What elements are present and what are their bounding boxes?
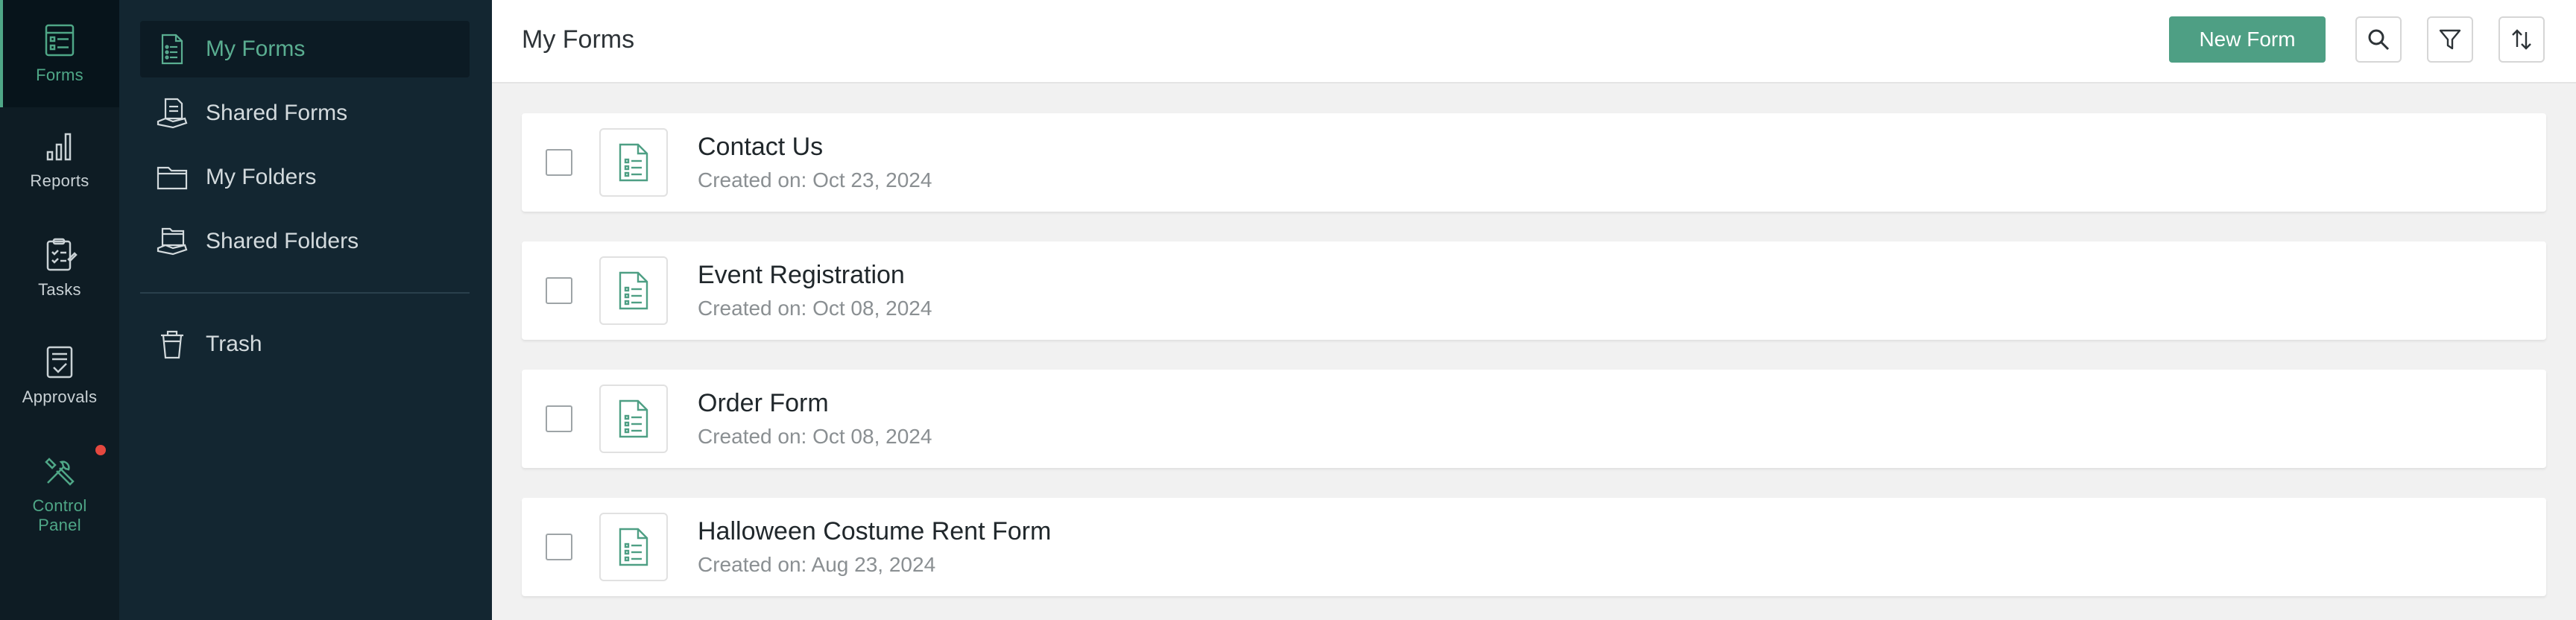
rail-item-forms[interactable]: Forms xyxy=(0,0,119,107)
rail-item-reports[interactable]: Reports xyxy=(0,128,119,191)
sort-icon xyxy=(2512,29,2531,50)
control-panel-icon xyxy=(45,458,75,486)
form-card[interactable]: Event Registration Created on: Oct 08, 2… xyxy=(522,241,2546,340)
tasks-icon xyxy=(46,238,78,271)
form-checkbox[interactable] xyxy=(546,149,572,176)
form-created-date: Created on: Aug 23, 2024 xyxy=(698,553,936,576)
form-card[interactable]: Order Form Created on: Oct 08, 2024 xyxy=(522,370,2546,468)
page-title: My Forms xyxy=(522,25,635,54)
nav-item-label: Trash xyxy=(206,332,262,356)
form-created-date: Created on: Oct 23, 2024 xyxy=(698,168,932,192)
rail-label: Control Panel xyxy=(32,496,87,534)
form-icon-box xyxy=(599,385,668,453)
nav-item-label: My Folders xyxy=(206,165,317,189)
nav-item-trash[interactable]: Trash xyxy=(140,316,470,373)
form-created-date: Created on: Oct 08, 2024 xyxy=(698,425,932,448)
form-checkbox[interactable] xyxy=(546,277,572,304)
approvals-icon xyxy=(46,346,73,379)
sort-button[interactable] xyxy=(2498,16,2545,63)
form-title[interactable]: Event Registration xyxy=(698,261,905,290)
rail-item-tasks[interactable]: Tasks xyxy=(0,237,119,300)
nav-item-my-forms[interactable]: My Forms xyxy=(140,21,470,78)
form-icon-box xyxy=(599,256,668,325)
form-document-icon xyxy=(619,271,648,310)
nav-divider xyxy=(140,292,470,294)
nav-item-label: My Forms xyxy=(206,37,306,61)
filter-icon xyxy=(2439,29,2461,50)
form-document-icon xyxy=(619,143,648,182)
search-icon xyxy=(2368,29,2390,51)
form-document-icon xyxy=(619,399,648,438)
nav-item-my-folders[interactable]: My Folders xyxy=(140,149,470,206)
shared-forms-icon xyxy=(157,98,188,129)
form-title[interactable]: Halloween Costume Rent Form xyxy=(698,517,1051,546)
page-header: My Forms New Form xyxy=(492,0,2576,83)
form-card[interactable]: Contact Us Created on: Oct 23, 2024 xyxy=(522,113,2546,212)
rail-label: Forms xyxy=(36,66,83,84)
app-rail: Forms Reports Tasks Approvals Control Pa… xyxy=(0,0,119,620)
trash-icon xyxy=(161,330,183,359)
rail-label: Tasks xyxy=(38,280,81,299)
forms-icon xyxy=(45,24,75,57)
nav-item-label: Shared Forms xyxy=(206,101,348,125)
form-title[interactable]: Order Form xyxy=(698,389,829,418)
nav-item-label: Shared Folders xyxy=(206,229,359,253)
rail-label: Reports xyxy=(30,171,89,190)
form-created-date: Created on: Oct 08, 2024 xyxy=(698,297,932,320)
folder-icon xyxy=(157,166,188,190)
notification-dot xyxy=(95,445,106,455)
rail-item-approvals[interactable]: Approvals xyxy=(0,344,119,407)
rail-item-control-panel[interactable]: Control Panel xyxy=(0,453,119,535)
rail-label: Approvals xyxy=(22,388,98,406)
form-checkbox[interactable] xyxy=(546,534,572,560)
form-icon-box xyxy=(599,128,668,197)
shared-folder-icon xyxy=(157,227,188,256)
form-document-icon xyxy=(161,34,183,65)
form-icon-box xyxy=(599,513,668,581)
form-checkbox[interactable] xyxy=(546,405,572,432)
nav-item-shared-forms[interactable]: Shared Forms xyxy=(140,85,470,142)
filter-button[interactable] xyxy=(2427,16,2473,63)
nav-item-shared-folders[interactable]: Shared Folders xyxy=(140,213,470,270)
reports-icon xyxy=(46,133,72,161)
form-document-icon xyxy=(619,528,648,566)
form-card[interactable]: Halloween Costume Rent Form Created on: … xyxy=(522,498,2546,596)
form-title[interactable]: Contact Us xyxy=(698,133,823,162)
new-form-button[interactable]: New Form xyxy=(2169,16,2326,63)
search-button[interactable] xyxy=(2355,16,2402,63)
